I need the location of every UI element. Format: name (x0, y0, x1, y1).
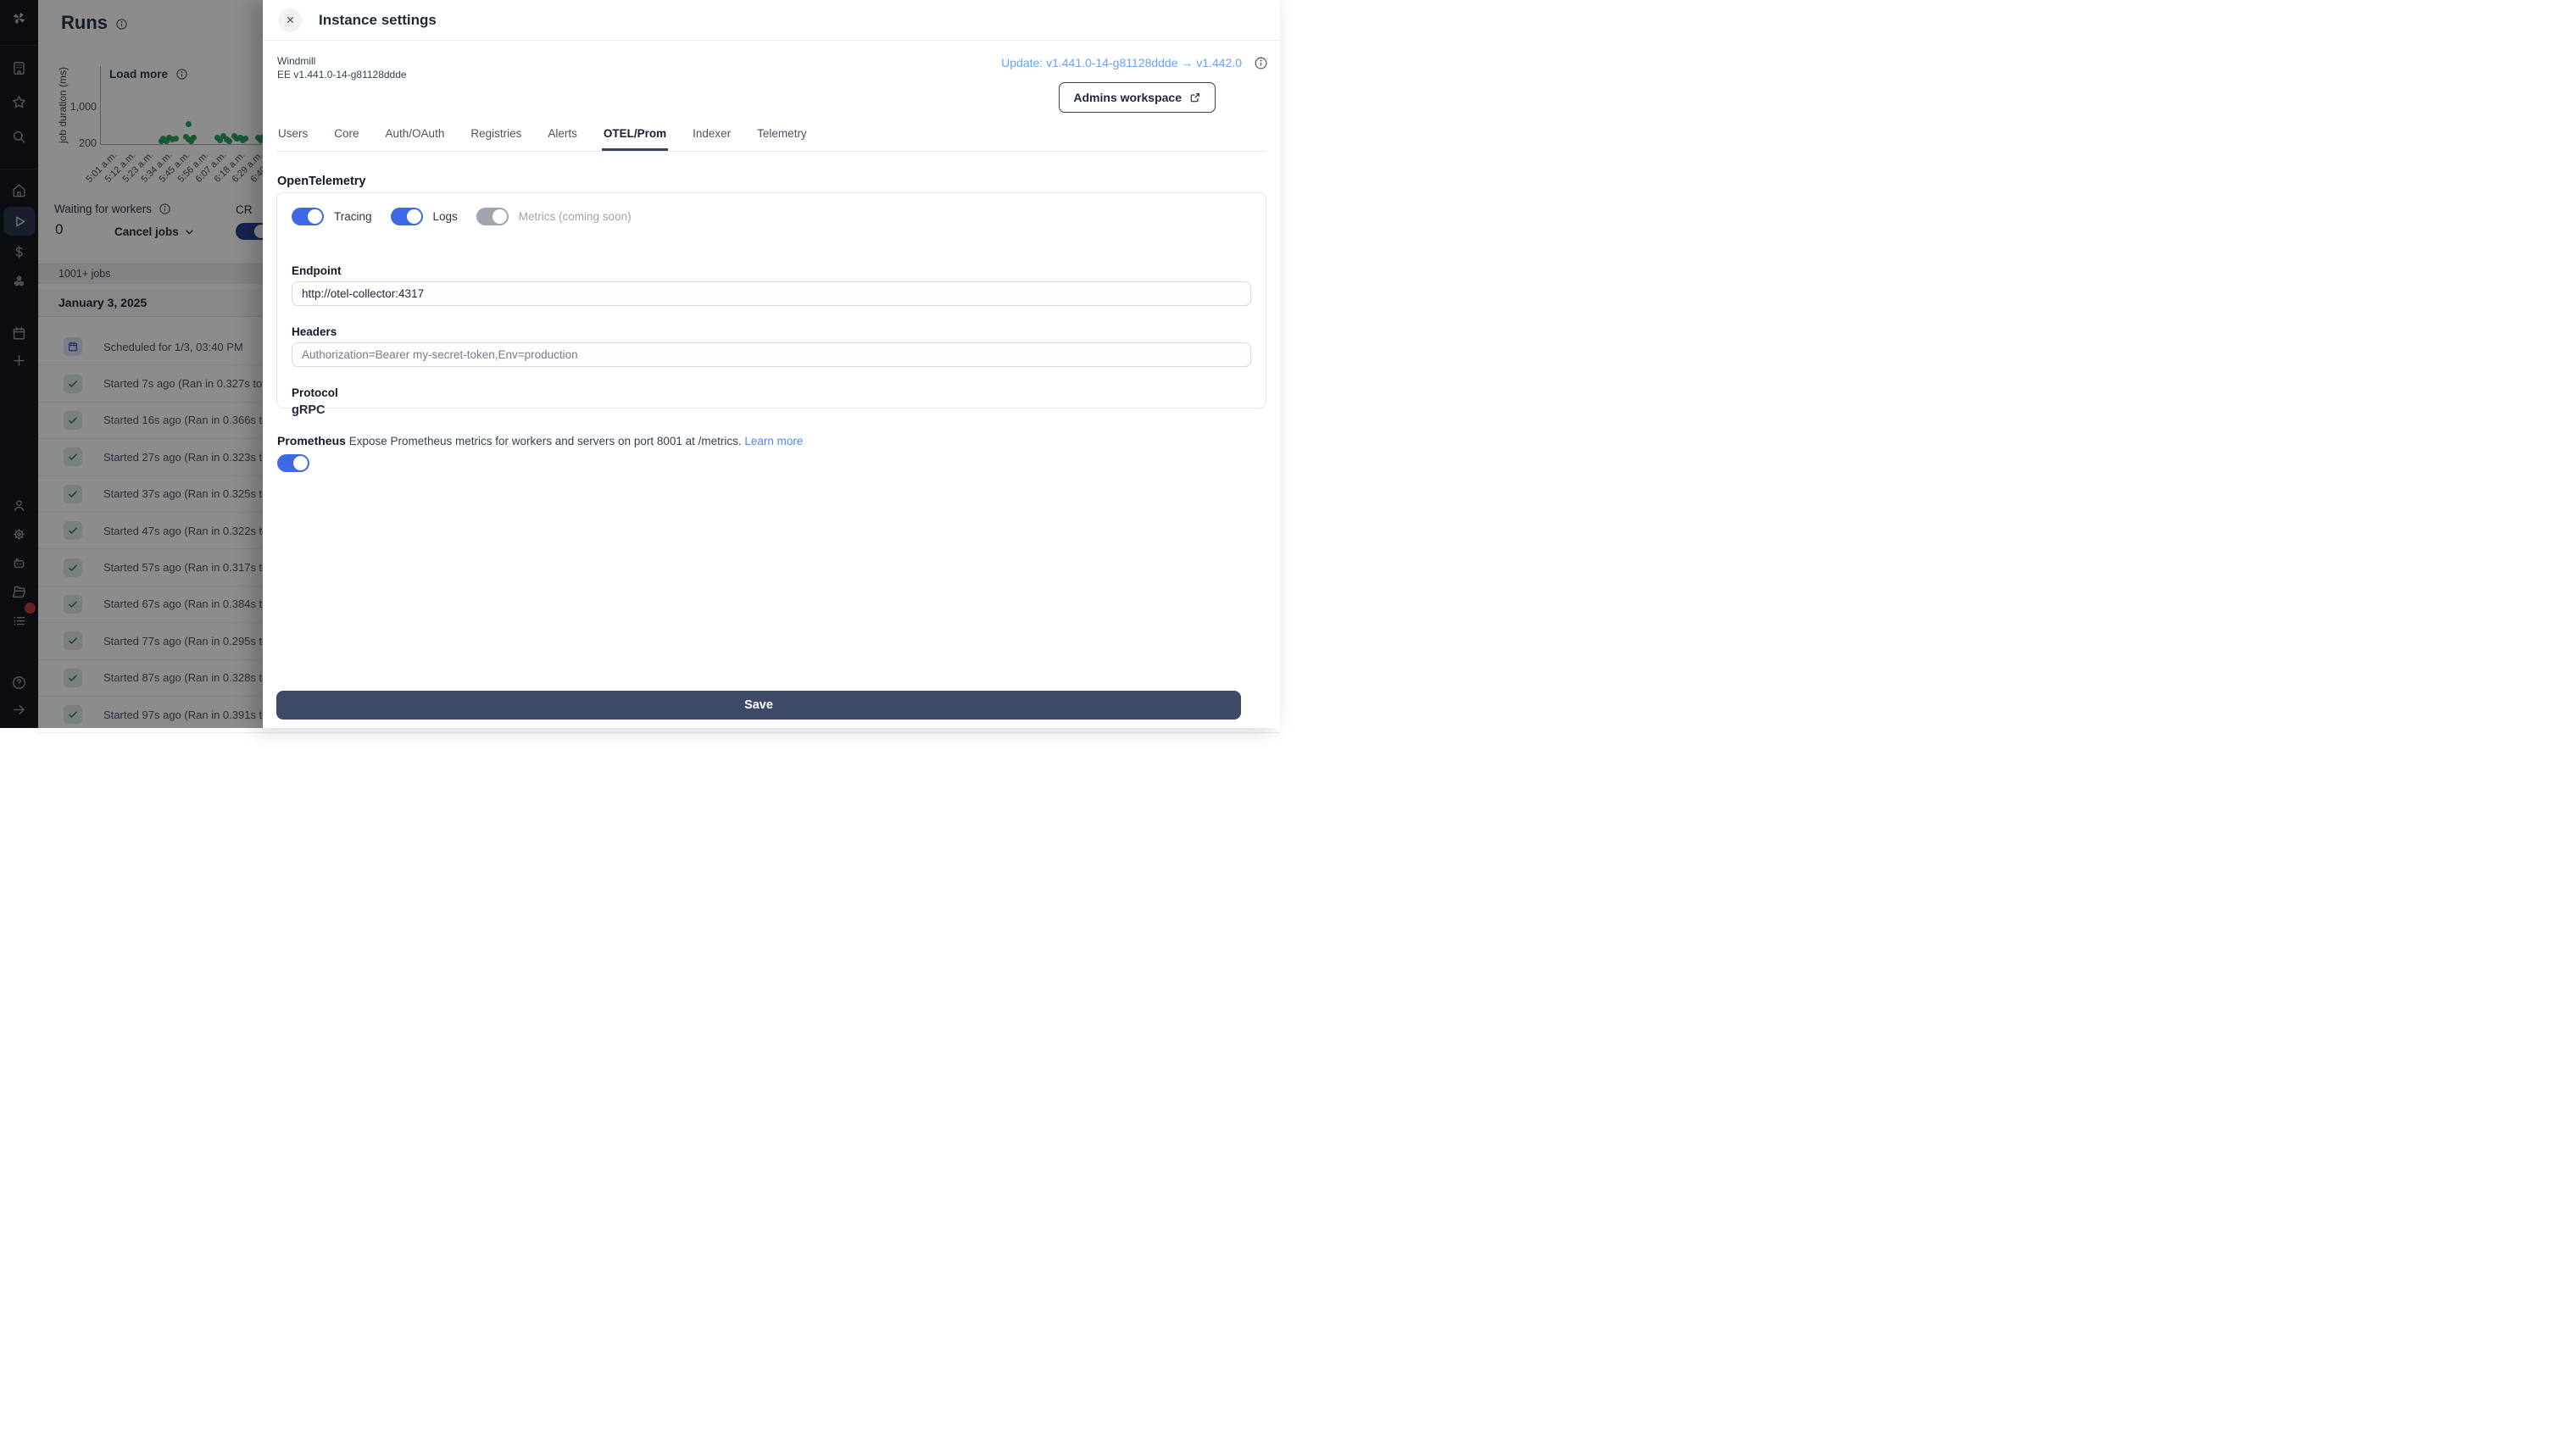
info-icon[interactable] (1254, 56, 1268, 75)
prometheus-description: Expose Prometheus metrics for workers an… (348, 435, 742, 447)
logs-toggle[interactable] (390, 208, 423, 225)
admins-workspace-button[interactable]: Admins workspace (1059, 82, 1216, 113)
close-icon (287, 16, 293, 24)
close-button[interactable] (278, 8, 302, 32)
tab-users[interactable]: Users (276, 127, 309, 151)
update-link[interactable]: Update: v1.441.0-14-g81128ddde → v1.442.… (1001, 56, 1242, 69)
prometheus-toggle[interactable] (277, 454, 309, 472)
protocol-value: gRPC (292, 403, 326, 417)
modal-title: Instance settings (319, 11, 437, 28)
instance-settings-modal: Instance settings Windmill EE v1.441.0-1… (263, 0, 1280, 728)
app-root: Runs Load more job duration (ms) 1,000 2… (0, 0, 1280, 734)
otel-heading: OpenTelemetry (277, 175, 366, 188)
tab-auth-oauth[interactable]: Auth/OAuth (384, 127, 447, 151)
prometheus-title: Prometheus (277, 434, 346, 447)
toggle-item: Metrics (coming soon) (476, 208, 632, 225)
version-block: Windmill EE v1.441.0-14-g81128ddde (277, 54, 407, 81)
toggle-label: Tracing (334, 210, 372, 223)
headers-label: Headers (292, 325, 337, 338)
headers-input[interactable] (292, 342, 1251, 367)
otel-card: Tracing Logs Metrics (coming soon) Endpoin… (276, 192, 1266, 417)
toggle-label: Metrics (coming soon) (518, 210, 632, 223)
tab-otel-prom[interactable]: OTEL/Prom (601, 127, 669, 151)
version-string: EE v1.441.0-14-g81128ddde (277, 69, 407, 81)
prometheus-row: Prometheus Expose Prometheus metrics for… (277, 434, 803, 447)
external-link-icon (1190, 93, 1199, 103)
tab-registries[interactable]: Registries (469, 127, 523, 151)
learn-more-link[interactable]: Learn more (744, 435, 803, 447)
toggle-label: Logs (432, 210, 458, 223)
tracing-toggle[interactable] (292, 208, 324, 225)
tab-alerts[interactable]: Alerts (546, 127, 579, 151)
settings-tabs: Users Core Auth/OAuth Registries Alerts OTEL/… (276, 127, 1266, 152)
endpoint-label: Endpoint (292, 264, 342, 277)
endpoint-input[interactable] (292, 281, 1251, 306)
protocol-label: Protocol (292, 386, 338, 399)
admins-workspace-label: Admins workspace (1073, 91, 1182, 104)
tab-telemetry[interactable]: Telemetry (755, 127, 809, 151)
tab-indexer[interactable]: Indexer (691, 127, 732, 151)
metrics-coming-soon--toggle (476, 208, 509, 225)
save-button[interactable]: Save (276, 691, 1241, 720)
toggle-item: Logs (390, 208, 458, 225)
toggle-item: Tracing (292, 208, 372, 225)
tab-core[interactable]: Core (332, 127, 360, 151)
app-name: Windmill (277, 55, 316, 67)
modal-header: Instance settings (263, 0, 1280, 41)
